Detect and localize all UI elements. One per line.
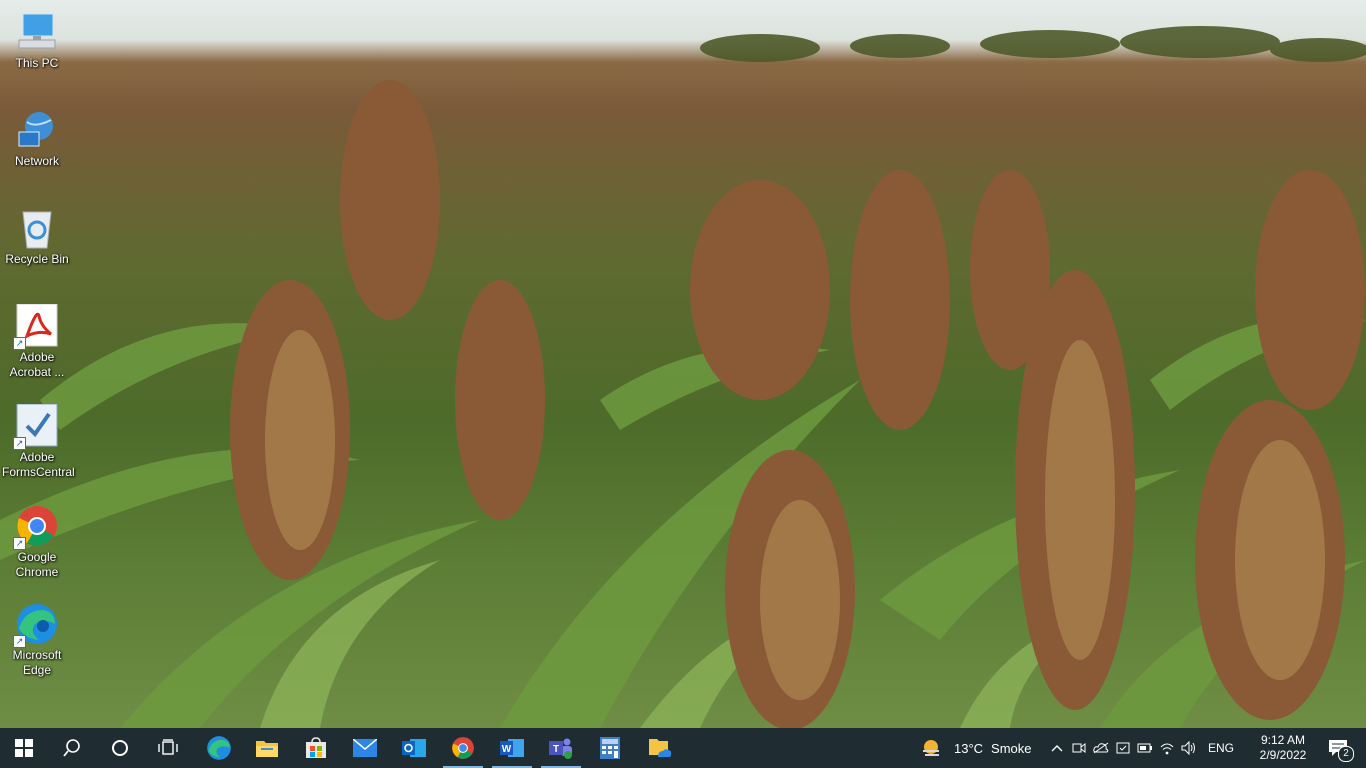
sorghum-field-image [0,26,1366,728]
taskbar-teams[interactable]: T [537,728,585,768]
cortana-icon [112,740,128,756]
desktop-icon-label: This PC [15,56,59,70]
chrome-icon [452,737,474,759]
start-icon [15,739,33,757]
onedrive-folder-icon [649,739,672,757]
calculator-icon [600,737,620,759]
search-icon [63,739,80,757]
shortcut-arrow-icon: ↗ [13,437,26,450]
camera-meet-icon[interactable] [1068,728,1090,768]
desktop-icon-recycle-bin[interactable]: Recycle Bin [2,206,72,267]
weather-temperature: 13°C [954,740,984,756]
task-view-button[interactable] [144,728,192,768]
cortana-button[interactable] [96,728,144,768]
file-explorer-icon [256,741,278,757]
taskbar-file-explorer[interactable] [243,728,291,768]
svg-text:T: T [553,744,559,755]
adobe-formscentral-icon: ↗ [13,403,59,450]
desktop-icon-this-pc[interactable]: This PC [2,10,72,71]
adobe-acrobat-icon: ↗ [13,303,59,350]
cloud-sync-icon[interactable] [1090,728,1112,768]
taskbar-onedrive-folder[interactable] [636,728,684,768]
desktop-icon-label: Adobe Acrobat ... [9,350,65,379]
recycle-bin-icon [15,206,59,250]
notification-center-button[interactable]: 2 [1322,728,1354,768]
shortcut-arrow-icon: ↗ [13,537,26,550]
weather-smoke-icon [923,740,939,756]
network-icon [15,108,59,152]
wifi-icon[interactable] [1156,728,1178,768]
taskbar: W T 13°C Smoke ENG 9:12 AM 2/9/2022 2 [0,728,1366,768]
desktop-icon-label: Network [14,154,59,168]
task-view-icon [158,739,178,755]
language-indicator[interactable]: ENG [1208,741,1234,755]
shortcut-arrow-icon: ↗ [13,635,26,648]
start-button[interactable] [0,728,48,768]
teams-icon: T [549,738,572,759]
volume-icon[interactable] [1178,728,1200,768]
microsoft-edge-icon: ↗ [13,602,59,648]
desktop-icon-google-chrome[interactable]: ↗ Google Chrome [2,504,72,580]
outlook-icon [402,739,426,757]
desktop-icon-adobe-acrobat[interactable]: ↗ Adobe Acrobat ... [2,303,72,380]
battery-icon[interactable] [1134,728,1156,768]
clock-time: 9:12 AM [1260,733,1306,747]
taskbar-chrome[interactable] [439,728,487,768]
weather-condition: Smoke [991,740,1032,756]
taskbar-store[interactable] [292,728,340,768]
security-shield-icon[interactable] [1112,728,1134,768]
desktop-icon-adobe-formscentral[interactable]: ↗ Adobe FormsCentral [2,403,75,480]
this-pc-icon [15,10,59,54]
show-hidden-icons-chevron-icon[interactable] [1046,728,1068,768]
edge-icon [207,736,231,760]
desktop-icon-label: Adobe FormsCentral [2,450,75,479]
taskbar-outlook[interactable] [390,728,438,768]
notification-count-badge: 2 [1338,746,1354,762]
word-icon: W [500,739,524,757]
weather-widget[interactable]: 13°C Smoke [920,728,1032,768]
taskbar-calculator[interactable] [586,728,634,768]
store-icon [306,737,326,758]
desktop-icon-label: Google Chrome [15,550,59,579]
taskbar-word[interactable]: W [488,728,536,768]
google-chrome-icon: ↗ [13,504,59,550]
desktop-icon-microsoft-edge[interactable]: ↗ Microsoft Edge [2,602,72,678]
taskbar-mail[interactable] [341,728,389,768]
clock[interactable]: 9:12 AM 2/9/2022 [1252,728,1314,768]
mail-icon [353,739,377,757]
search-button[interactable] [48,728,96,768]
tray-icons: ENG [1046,728,1234,768]
desktop-icon-label: Recycle Bin [5,252,69,266]
svg-text:W: W [502,744,512,755]
desktop-icon-network[interactable]: Network [2,108,72,169]
shortcut-arrow-icon: ↗ [13,337,26,350]
desktop-wallpaper [0,0,1366,728]
clock-date: 2/9/2022 [1259,748,1307,762]
desktop-icon-label: Microsoft Edge [12,648,62,677]
taskbar-edge[interactable] [195,728,243,768]
